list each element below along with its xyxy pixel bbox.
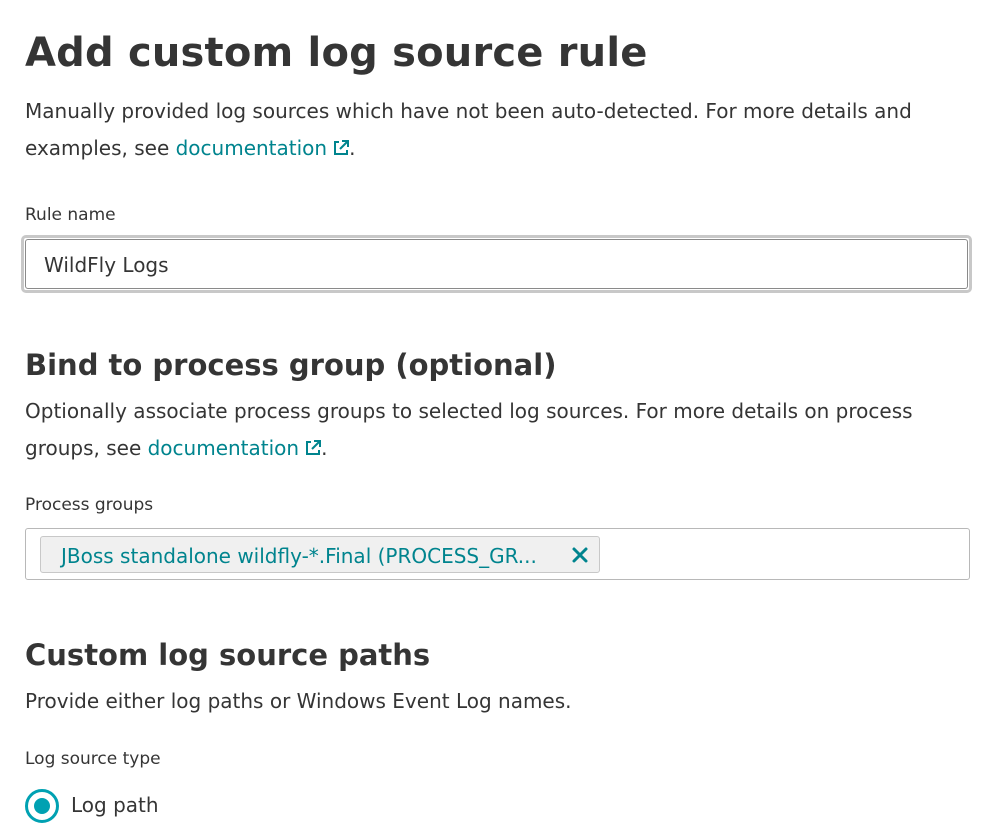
process-groups-label: Process groups (25, 495, 154, 515)
process-groups-field[interactable]: JBoss standalone wildfly-*.Final (PROCES… (25, 528, 970, 580)
process-group-description: Optionally associate process groups to s… (25, 393, 965, 467)
rule-name-field[interactable] (21, 235, 972, 293)
process-group-chip-label: JBoss standalone wildfly-*.Final (PROCES… (61, 544, 537, 568)
documentation-link-label: documentation (175, 136, 328, 160)
page-description-text: Manually provided log sources which have… (25, 99, 912, 160)
log-source-type-label: Log source type (25, 749, 161, 769)
process-group-section-title: Bind to process group (optional) (25, 348, 557, 382)
documentation-link[interactable]: documentation (175, 136, 350, 160)
rule-name-input[interactable] (44, 250, 944, 280)
rule-name-label: Rule name (25, 205, 116, 225)
external-link-icon (306, 440, 322, 455)
radio-dot (34, 798, 50, 814)
log-paths-section-title: Custom log source paths (25, 638, 431, 672)
process-group-description-suffix: . (321, 436, 328, 460)
page-title: Add custom log source rule (25, 30, 648, 76)
log-paths-description: Provide either log paths or Windows Even… (25, 689, 572, 713)
remove-x-icon[interactable] (571, 546, 589, 564)
page-description: Manually provided log sources which have… (25, 93, 965, 167)
page-description-suffix: . (349, 136, 356, 160)
process-group-chip[interactable]: JBoss standalone wildfly-*.Final (PROCES… (40, 536, 600, 573)
process-group-documentation-link[interactable]: documentation (147, 436, 322, 460)
external-link-icon (334, 140, 350, 155)
radio-selected-icon[interactable] (25, 789, 59, 823)
log-path-radio-label: Log path (71, 793, 159, 817)
process-group-documentation-link-label: documentation (147, 436, 300, 460)
